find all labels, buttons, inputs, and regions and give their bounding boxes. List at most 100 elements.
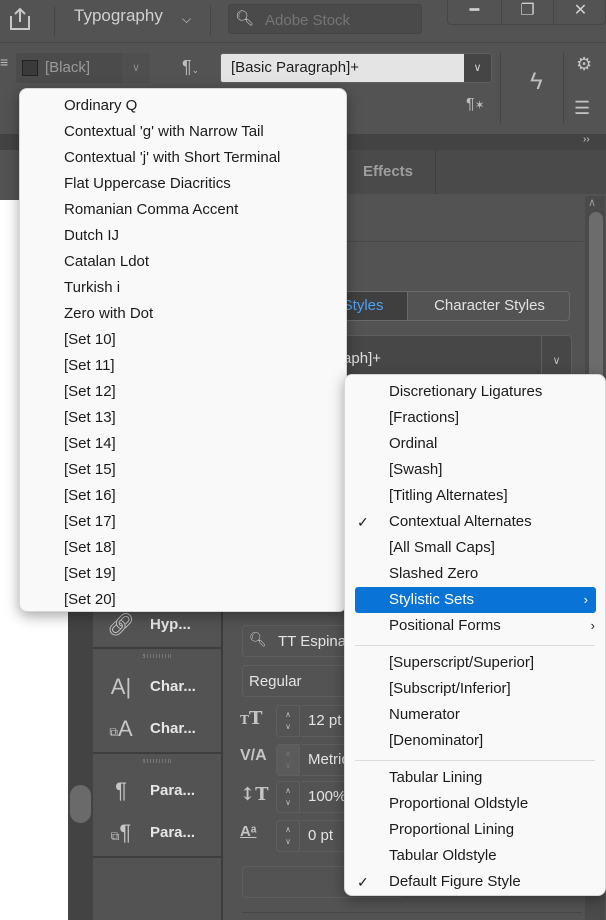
stylistic-set-item[interactable]: Dutch IJ	[20, 223, 346, 249]
opentype-menu-item[interactable]: Ordinal	[345, 431, 605, 457]
restore-button[interactable]: ❐	[501, 0, 554, 24]
menu-icon[interactable]: ☰	[574, 98, 590, 119]
kerning-stepper[interactable]: ∧ ∨	[276, 744, 300, 776]
stylistic-set-item[interactable]: [Set 17]	[20, 509, 346, 535]
stylistic-set-item[interactable]: [Set 20]	[20, 587, 346, 613]
menu-item-label: [Denominator]	[389, 732, 484, 749]
dock-item-paragraph[interactable]: ¶ Para...	[93, 770, 223, 812]
opentype-menu-item[interactable]: [Subscript/Inferior]	[345, 676, 605, 702]
adobe-stock-search[interactable]: 🔍︎	[228, 4, 422, 34]
opentype-menu-item[interactable]: Stylistic Sets ›	[355, 587, 596, 613]
menu-item-label: [Swash]	[389, 461, 443, 478]
menu-item-label: Positional Forms	[389, 617, 501, 634]
baseline-shift-stepper[interactable]: ∧ ∨	[276, 820, 300, 852]
properties-scroll-thumb[interactable]	[589, 212, 603, 392]
opentype-menu-item[interactable]: ✓ Contextual Alternates	[345, 509, 605, 535]
opentype-menu-item[interactable]: [Fractions]	[345, 405, 605, 431]
drag-handle[interactable]	[143, 759, 171, 763]
tab-effects[interactable]: Effects	[340, 150, 436, 194]
dock-item-label: Para...	[150, 824, 196, 841]
stylistic-set-item[interactable]: [Set 13]	[20, 405, 346, 431]
chevron-down-icon[interactable]: ⌵	[182, 12, 191, 27]
menu-item-label: Numerator	[389, 706, 460, 723]
dock-item-character-styles[interactable]: ⧉A Char...	[93, 708, 223, 750]
menu-separator	[355, 645, 595, 646]
opentype-menu-item[interactable]: [Superscript/Superior]	[345, 650, 605, 676]
opentype-menu-item[interactable]: Proportional Lining	[345, 817, 605, 843]
opentype-menu-item[interactable]: Tabular Lining	[345, 765, 605, 791]
baseline-shift-icon: Aᵃ	[240, 823, 257, 840]
divider	[93, 647, 223, 649]
font-size-stepper[interactable]: ∧ ∨	[276, 705, 300, 737]
fill-color-dropdown[interactable]: [Black] ∨	[16, 53, 150, 83]
opentype-menu-item[interactable]: Slashed Zero	[345, 561, 605, 587]
opentype-menu-item[interactable]: [All Small Caps]	[345, 535, 605, 561]
dock-scroll-thumb[interactable]	[70, 785, 91, 823]
stylistic-set-item[interactable]: [Set 11]	[20, 353, 346, 379]
color-swatch	[22, 60, 38, 76]
menu-item-label: [All Small Caps]	[389, 539, 495, 556]
stylistic-set-item[interactable]: [Set 18]	[20, 535, 346, 561]
paragraph-style-value: [Basic Paragraph]+	[221, 54, 465, 82]
quick-actions-icon[interactable]: ϟ	[530, 68, 543, 96]
stylistic-set-item[interactable]: [Set 12]	[20, 379, 346, 405]
gear-icon[interactable]: ⚙	[576, 54, 592, 75]
chevron-right-icon: ›	[590, 618, 595, 633]
character-icon: A|	[110, 674, 132, 699]
stylistic-set-item[interactable]: Turkish i	[20, 275, 346, 301]
menu-item-label: Default Figure Style	[389, 873, 521, 890]
scroll-up-icon[interactable]: ∧	[588, 196, 596, 209]
chevron-down-icon[interactable]: ∨	[464, 54, 491, 82]
drag-handle[interactable]	[143, 654, 171, 658]
divider	[54, 6, 55, 36]
opentype-menu-item[interactable]: Positional Forms ›	[345, 613, 605, 639]
opentype-menu-item[interactable]: Numerator	[345, 702, 605, 728]
opentype-menu-item[interactable]: [Swash]	[345, 457, 605, 483]
stylistic-set-item[interactable]: [Set 14]	[20, 431, 346, 457]
dock-item-paragraph-styles[interactable]: ⧉¶ Para...	[93, 812, 223, 854]
opentype-menu-item[interactable]: Proportional Oldstyle	[345, 791, 605, 817]
opentype-menu-item[interactable]: [Denominator]	[345, 728, 605, 754]
baseline-shift-row: Aᵃ ∧ ∨ 0 pt	[240, 820, 382, 852]
stylistic-set-item[interactable]: Catalan Ldot	[20, 249, 346, 275]
minimize-button[interactable]: ━	[448, 0, 501, 24]
paragraph-style-dropdown[interactable]: [Basic Paragraph]+ ∨	[220, 53, 492, 83]
stylistic-set-item[interactable]: Romanian Comma Accent	[20, 197, 346, 223]
menu-item-label: Tabular Lining	[389, 769, 483, 786]
ruler	[0, 150, 20, 200]
opentype-menu-item[interactable]: Discretionary Ligatures	[345, 379, 605, 405]
vertical-scale-stepper[interactable]: ∧ ∨	[276, 781, 300, 813]
stylistic-set-item[interactable]: Ordinary Q	[20, 93, 346, 119]
font-style-value: Regular	[249, 673, 302, 690]
menu-item-label: Proportional Lining	[389, 821, 515, 838]
dock-item-character[interactable]: A| Char...	[93, 666, 223, 708]
stylistic-set-item[interactable]: Contextual 'g' with Narrow Tail	[20, 119, 346, 145]
collapse-panels-icon[interactable]: ››	[583, 134, 590, 145]
stylistic-set-item[interactable]: [Set 10]	[20, 327, 346, 353]
menu-item-label: Slashed Zero	[389, 565, 479, 582]
stylistic-set-item[interactable]: Contextual 'j' with Short Terminal	[20, 145, 346, 171]
stylistic-set-item[interactable]: Zero with Dot	[20, 301, 346, 327]
menu-item-label: Tabular Oldstyle	[389, 847, 497, 864]
dock-item-label: Para...	[150, 782, 196, 799]
workspace-switcher[interactable]: Typography	[74, 6, 163, 26]
fill-color-label: [Black]	[45, 59, 91, 76]
opentype-menu-item[interactable]: [Titling Alternates]	[345, 483, 605, 509]
tab-character-styles[interactable]: Character Styles	[407, 292, 569, 320]
stock-search-input[interactable]	[265, 10, 415, 30]
share-icon[interactable]	[8, 6, 34, 32]
close-button[interactable]: ✕	[554, 0, 606, 24]
divider	[500, 52, 501, 124]
opentype-menu-item[interactable]: Tabular Oldstyle	[345, 843, 605, 869]
stylistic-set-item[interactable]: [Set 16]	[20, 483, 346, 509]
chevron-down-icon[interactable]: ∨	[122, 53, 150, 83]
stylistic-set-item[interactable]: [Set 15]	[20, 457, 346, 483]
menu-separator	[355, 760, 595, 761]
stylistic-set-item[interactable]: Flat Uppercase Diacritics	[20, 171, 346, 197]
checkmark-icon: ✓	[357, 514, 369, 530]
align-icon[interactable]: ≡	[0, 54, 14, 128]
divider	[242, 912, 582, 913]
clear-overrides-icon[interactable]: ¶✶	[466, 96, 485, 114]
opentype-menu-item[interactable]: ✓ Default Figure Style	[345, 869, 605, 895]
stylistic-set-item[interactable]: [Set 19]	[20, 561, 346, 587]
